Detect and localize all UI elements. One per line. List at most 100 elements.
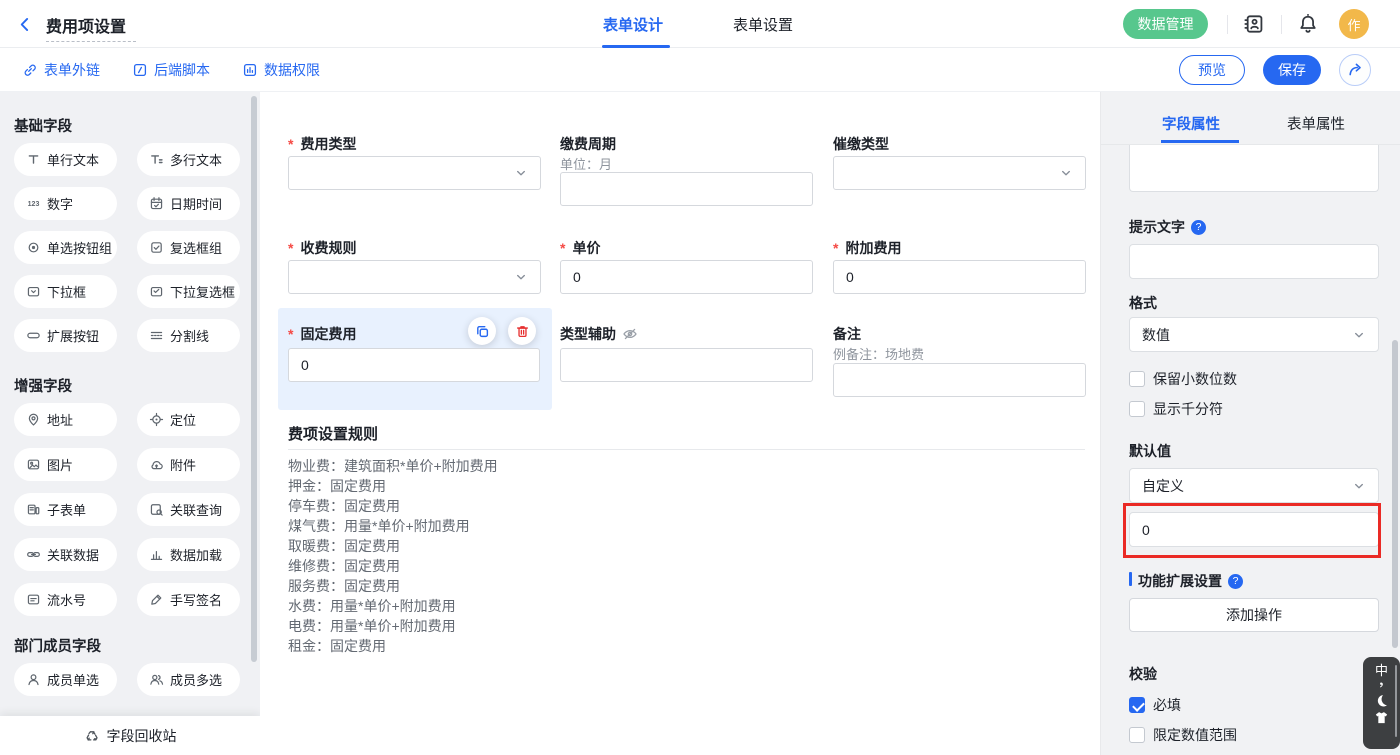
copy-field-button[interactable] [468, 317, 496, 345]
image-icon [26, 457, 41, 472]
default-mode-select[interactable]: 自定义 [1129, 468, 1379, 503]
field-item-multi-line-text[interactable]: 多行文本 [137, 143, 240, 176]
decimal-checkbox-row[interactable]: 保留小数位数 [1129, 369, 1237, 389]
field-input-extra-fee[interactable]: 0 [833, 260, 1086, 294]
notification-bell-icon[interactable] [1297, 13, 1319, 35]
rules-list: 物业费：建筑面积*单价+附加费用押金：固定费用停车费：固定费用煤气费：用量*单价… [288, 456, 1085, 656]
decimal-checkbox[interactable] [1129, 371, 1145, 387]
hint-text-input[interactable] [1129, 244, 1379, 279]
share-button[interactable] [1339, 54, 1371, 86]
form-toolbar: 表单外链 后端脚本 数据权限 预览 保存 [0, 48, 1400, 92]
field-item-label: 子表单 [47, 500, 86, 519]
field-item-data-load[interactable]: 数据加载 [137, 538, 240, 571]
field-item-divider[interactable]: 分割线 [137, 319, 240, 352]
field-input-remark[interactable] [833, 363, 1086, 397]
required-checkbox[interactable] [1129, 697, 1145, 713]
title-edit-underline [46, 41, 136, 42]
format-label: 格式 [1129, 293, 1157, 313]
field-input-unit-price[interactable]: 0 [560, 260, 813, 294]
ime-widget: 中 [1363, 657, 1400, 749]
rule-line: 押金：固定费用 [288, 476, 1085, 496]
field-input-type-assist[interactable] [560, 348, 813, 382]
field-recycle-bin-button[interactable]: 字段回收站 [0, 716, 260, 755]
field-input-fixed-fee[interactable]: 0 [288, 348, 540, 382]
field-input-payment-cycle[interactable] [560, 172, 813, 206]
field-item-label: 多行文本 [170, 150, 222, 169]
page-title[interactable]: 费用项设置 [46, 13, 126, 37]
preview-button[interactable]: 预览 [1179, 55, 1245, 85]
field-item-linked-data[interactable]: 关联数据 [14, 538, 117, 571]
help-icon[interactable] [1191, 220, 1206, 235]
back-icon[interactable] [16, 16, 33, 33]
tab-field-properties[interactable]: 字段属性 [1162, 113, 1220, 134]
scrolled-textarea-partial[interactable] [1129, 145, 1379, 192]
sidebar-section-title: 增强字段 [14, 375, 72, 396]
rule-line: 煤气费：用量*单价+附加费用 [288, 516, 1085, 536]
sidebar-scrollbar[interactable] [251, 96, 257, 662]
field-item-single-line-text[interactable]: 单行文本 [14, 143, 117, 176]
field-item-member-single[interactable]: 成员单选 [14, 663, 117, 696]
field-item-label: 成员单选 [47, 670, 99, 689]
field-item-subform[interactable]: 子表单 [14, 493, 117, 526]
range-checkbox[interactable] [1129, 727, 1145, 743]
moon-icon[interactable] [1374, 693, 1389, 708]
save-button[interactable]: 保存 [1263, 55, 1321, 85]
thousand-checkbox[interactable] [1129, 401, 1145, 417]
avatar[interactable]: 作 [1339, 9, 1369, 39]
ime-punctuation-icon[interactable] [1376, 680, 1387, 691]
data-permission-label: 数据权限 [264, 60, 320, 80]
format-select[interactable]: 数值 [1129, 317, 1379, 352]
field-item-linked-query[interactable]: 关联查询 [137, 493, 240, 526]
field-item-label: 数字 [47, 194, 73, 213]
help-icon[interactable] [1228, 574, 1243, 589]
rule-line: 服务费：固定费用 [288, 576, 1085, 596]
ime-language-toggle[interactable]: 中 [1375, 663, 1388, 678]
range-checkbox-row[interactable]: 限定数值范围 [1129, 725, 1237, 745]
field-item-radio-group[interactable]: 单选按钮组 [14, 231, 117, 264]
thousand-checkbox-row[interactable]: 显示千分符 [1129, 399, 1223, 419]
data-load-icon [149, 547, 164, 562]
field-item-label: 分割线 [170, 326, 209, 345]
field-item-label: 关联查询 [170, 500, 222, 519]
field-item-locate[interactable]: 定位 [137, 403, 240, 436]
backend-script-button[interactable]: 后端脚本 [132, 60, 210, 80]
tab-form-settings[interactable]: 表单设置 [733, 14, 793, 35]
field-select-charge-rule[interactable] [288, 260, 541, 294]
window-scrollbar[interactable] [1392, 340, 1398, 648]
external-link-button[interactable]: 表单外链 [22, 60, 100, 80]
extension-settings-label: 功能扩展设置 [1138, 571, 1243, 591]
field-item-attachment[interactable]: 附件 [137, 448, 240, 481]
required-checkbox-row[interactable]: 必填 [1129, 695, 1181, 715]
add-action-button[interactable]: 添加操作 [1129, 598, 1379, 632]
field-item-image[interactable]: 图片 [14, 448, 117, 481]
field-item-serial-number[interactable]: 流水号 [14, 583, 117, 616]
delete-field-button[interactable] [508, 317, 536, 345]
active-tab-underline [602, 45, 670, 48]
data-manage-button[interactable]: 数据管理 [1123, 9, 1208, 39]
ime-scrollbar [1395, 665, 1398, 737]
attachment-icon [149, 457, 164, 472]
field-select-expense-type[interactable] [288, 156, 541, 190]
field-label: 缴费周期 [560, 134, 616, 154]
default-value-input[interactable]: 0 [1129, 512, 1379, 547]
field-item-extend-button[interactable]: 扩展按钮 [14, 319, 117, 352]
field-item-multi-select[interactable]: 下拉复选框 [137, 275, 240, 308]
field-item-member-multi[interactable]: 成员多选 [137, 663, 240, 696]
field-item-address[interactable]: 地址 [14, 403, 117, 436]
single-line-text-icon [26, 152, 41, 167]
tshirt-skin-icon[interactable] [1374, 710, 1389, 725]
address-icon [26, 412, 41, 427]
field-item-select[interactable]: 下拉框 [14, 275, 117, 308]
field-item-number[interactable]: 123数字 [14, 187, 117, 220]
field-select-urge-type[interactable] [833, 156, 1086, 190]
rule-line: 水费：用量*单价+附加费用 [288, 596, 1085, 616]
form-design-canvas: 费用类型 缴费周期 单位：月 催缴类型 收费规则 单价 0 附加费用 0 固定费… [260, 92, 1100, 755]
field-item-signature[interactable]: 手写签名 [137, 583, 240, 616]
tab-form-design[interactable]: 表单设计 [603, 14, 663, 35]
chevron-down-icon [514, 166, 528, 180]
tab-form-properties[interactable]: 表单属性 [1287, 113, 1345, 134]
address-book-icon[interactable] [1243, 13, 1265, 35]
field-item-checkbox-group[interactable]: 复选框组 [137, 231, 240, 264]
data-permission-button[interactable]: 数据权限 [242, 60, 320, 80]
field-item-datetime[interactable]: 日期时间 [137, 187, 240, 220]
